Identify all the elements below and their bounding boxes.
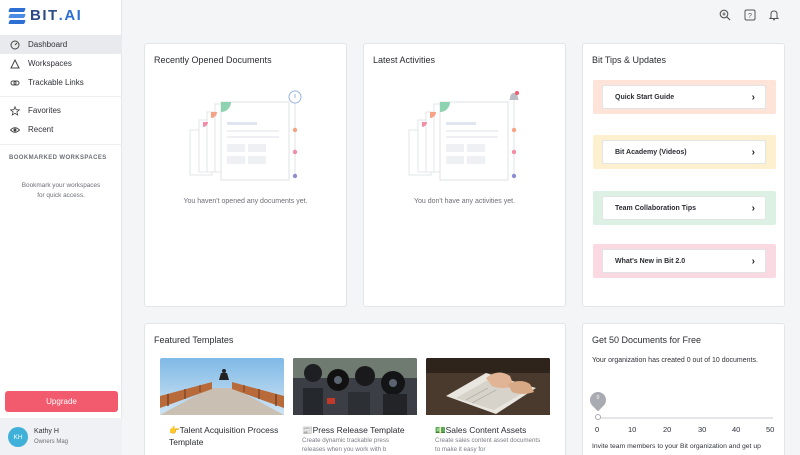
eye-icon xyxy=(10,125,20,135)
bookmarked-line-2: for quick access. xyxy=(37,192,85,199)
progress-tick: 50 xyxy=(766,425,775,434)
bookmarked-workspaces-heading: BOOKMARKED WORKSPACES xyxy=(9,155,107,161)
zoom-search-button[interactable] xyxy=(718,8,732,26)
tip-label: Team Collaboration Tips xyxy=(615,204,697,212)
latest-activities-empty-text: You don't have any activities yet. xyxy=(413,198,516,205)
star-icon xyxy=(10,105,20,116)
quick-start-guide-button[interactable]: Quick Start Guide › xyxy=(602,85,766,109)
sidebar-item-favorites[interactable]: Favorites xyxy=(0,101,122,120)
sidebar-divider xyxy=(0,144,122,145)
get-50-documents-title: Get 50 Documents for Free xyxy=(592,335,702,345)
template-thumbnail xyxy=(426,358,550,415)
latest-activities-card: Latest Activities You don't have any act… xyxy=(363,43,566,307)
help-icon: ? xyxy=(744,8,756,26)
documents-progress-track xyxy=(596,417,773,419)
recent-documents-empty-text: You haven't opened any documents yet. xyxy=(183,198,308,205)
recent-documents-card: Recently Opened Documents You haven't op… xyxy=(144,43,347,307)
template-thumbnail xyxy=(293,358,417,415)
bit-tips-title: Bit Tips & Updates xyxy=(592,55,667,65)
logo-text: BIT.AI xyxy=(30,7,83,24)
upgrade-button[interactable]: Upgrade xyxy=(5,391,118,412)
bookmarked-line-1: Bookmark your workspaces xyxy=(21,182,101,189)
sidebar-item-label: Recent xyxy=(28,125,54,134)
tip-whats-new: What's New in Bit 2.0 › xyxy=(593,244,776,278)
bit-logo-icon xyxy=(8,7,26,24)
tip-label: Quick Start Guide xyxy=(615,93,675,101)
progress-tick: 30 xyxy=(698,425,707,434)
bit-ai-logo[interactable]: BIT.AI xyxy=(8,7,83,24)
progress-tick: 0 xyxy=(595,425,600,434)
bit-tips-card: Bit Tips & Updates Quick Start Guide › B… xyxy=(582,43,785,307)
tip-label: What's New in Bit 2.0 xyxy=(615,257,686,265)
svg-text:?: ? xyxy=(748,13,752,20)
bell-icon xyxy=(768,8,780,26)
help-button[interactable]: ? xyxy=(743,8,757,26)
template-description: Create sales content asset documents to … xyxy=(435,437,541,453)
chevron-right-icon: › xyxy=(751,255,755,267)
template-description: Create dynamic trackable press releases … xyxy=(302,437,390,453)
template-name: 💵Sales Content Assets xyxy=(435,425,527,435)
sidebar-item-label: Dashboard xyxy=(28,40,68,49)
user-role: Owners Mag xyxy=(34,439,69,445)
template-thumbnail xyxy=(160,358,284,415)
tip-quick-start: Quick Start Guide › xyxy=(593,80,776,114)
get-50-documents-card: Get 50 Documents for Free Your organizat… xyxy=(582,323,785,455)
sidebar-item-label: Favorites xyxy=(28,106,61,115)
sidebar-item-recent[interactable]: Recent xyxy=(0,120,122,139)
user-name: Kathy H xyxy=(34,428,59,435)
link-icon xyxy=(10,78,20,88)
chevron-right-icon: › xyxy=(751,91,755,103)
user-profile[interactable]: KH Kathy H Owners Mag xyxy=(0,418,122,455)
bit-academy-button[interactable]: Bit Academy (Videos) › xyxy=(602,140,766,164)
progress-handle xyxy=(595,414,601,420)
sidebar: BIT.AI Dashboard Workspaces Trackable Li… xyxy=(0,0,122,455)
template-sales-content[interactable]: 💵Sales Content Assets Create sales conte… xyxy=(426,358,550,455)
recent-documents-title: Recently Opened Documents xyxy=(154,55,272,65)
sidebar-item-workspaces[interactable]: Workspaces xyxy=(0,54,122,73)
activities-illustration-icon xyxy=(408,91,519,181)
sidebar-item-label: Trackable Links xyxy=(28,78,84,87)
dashboard-icon xyxy=(10,40,20,50)
notifications-button[interactable] xyxy=(767,10,781,24)
sidebar-item-dashboard[interactable]: Dashboard xyxy=(0,35,122,54)
chevron-right-icon: › xyxy=(751,146,755,158)
workspaces-icon xyxy=(10,58,20,69)
whats-new-button[interactable]: What's New in Bit 2.0 › xyxy=(602,249,766,273)
sidebar-item-label: Workspaces xyxy=(28,59,72,68)
featured-templates-card: Featured Templates 👉Talent Acquisition P… xyxy=(144,323,566,455)
featured-templates-title: Featured Templates xyxy=(154,335,234,345)
bookmarked-empty-text: Bookmark your workspaces for quick acces… xyxy=(0,181,122,201)
documents-illustration-icon xyxy=(189,90,302,181)
progress-pin-label: 0 xyxy=(596,395,600,401)
team-collaboration-button[interactable]: Team Collaboration Tips › xyxy=(602,196,766,220)
template-name: 📰Press Release Template xyxy=(302,425,405,435)
tip-bit-academy: Bit Academy (Videos) › xyxy=(593,135,776,169)
progress-tick: 10 xyxy=(628,425,637,434)
tip-team-collaboration: Team Collaboration Tips › xyxy=(593,191,776,225)
sidebar-item-trackable-links[interactable]: Trackable Links xyxy=(0,73,122,92)
chevron-right-icon: › xyxy=(751,202,755,214)
progress-tick: 40 xyxy=(732,425,741,434)
tip-label: Bit Academy (Videos) xyxy=(615,148,687,156)
progress-tick: 20 xyxy=(663,425,672,434)
documents-created-text: Your organization has created 0 out of 1… xyxy=(592,357,758,364)
template-talent-acquisition[interactable]: 👉Talent Acquisition Process Template xyxy=(160,358,284,455)
search-plus-icon xyxy=(719,8,731,26)
template-name: 👉Talent Acquisition Process Template xyxy=(169,425,279,447)
invite-team-text: Invite team members to your Bit organiza… xyxy=(592,443,761,450)
avatar: KH xyxy=(8,427,28,447)
template-press-release[interactable]: 📰Press Release Template Create dynamic t… xyxy=(293,358,417,455)
sidebar-divider xyxy=(0,96,122,97)
latest-activities-title: Latest Activities xyxy=(373,55,436,65)
